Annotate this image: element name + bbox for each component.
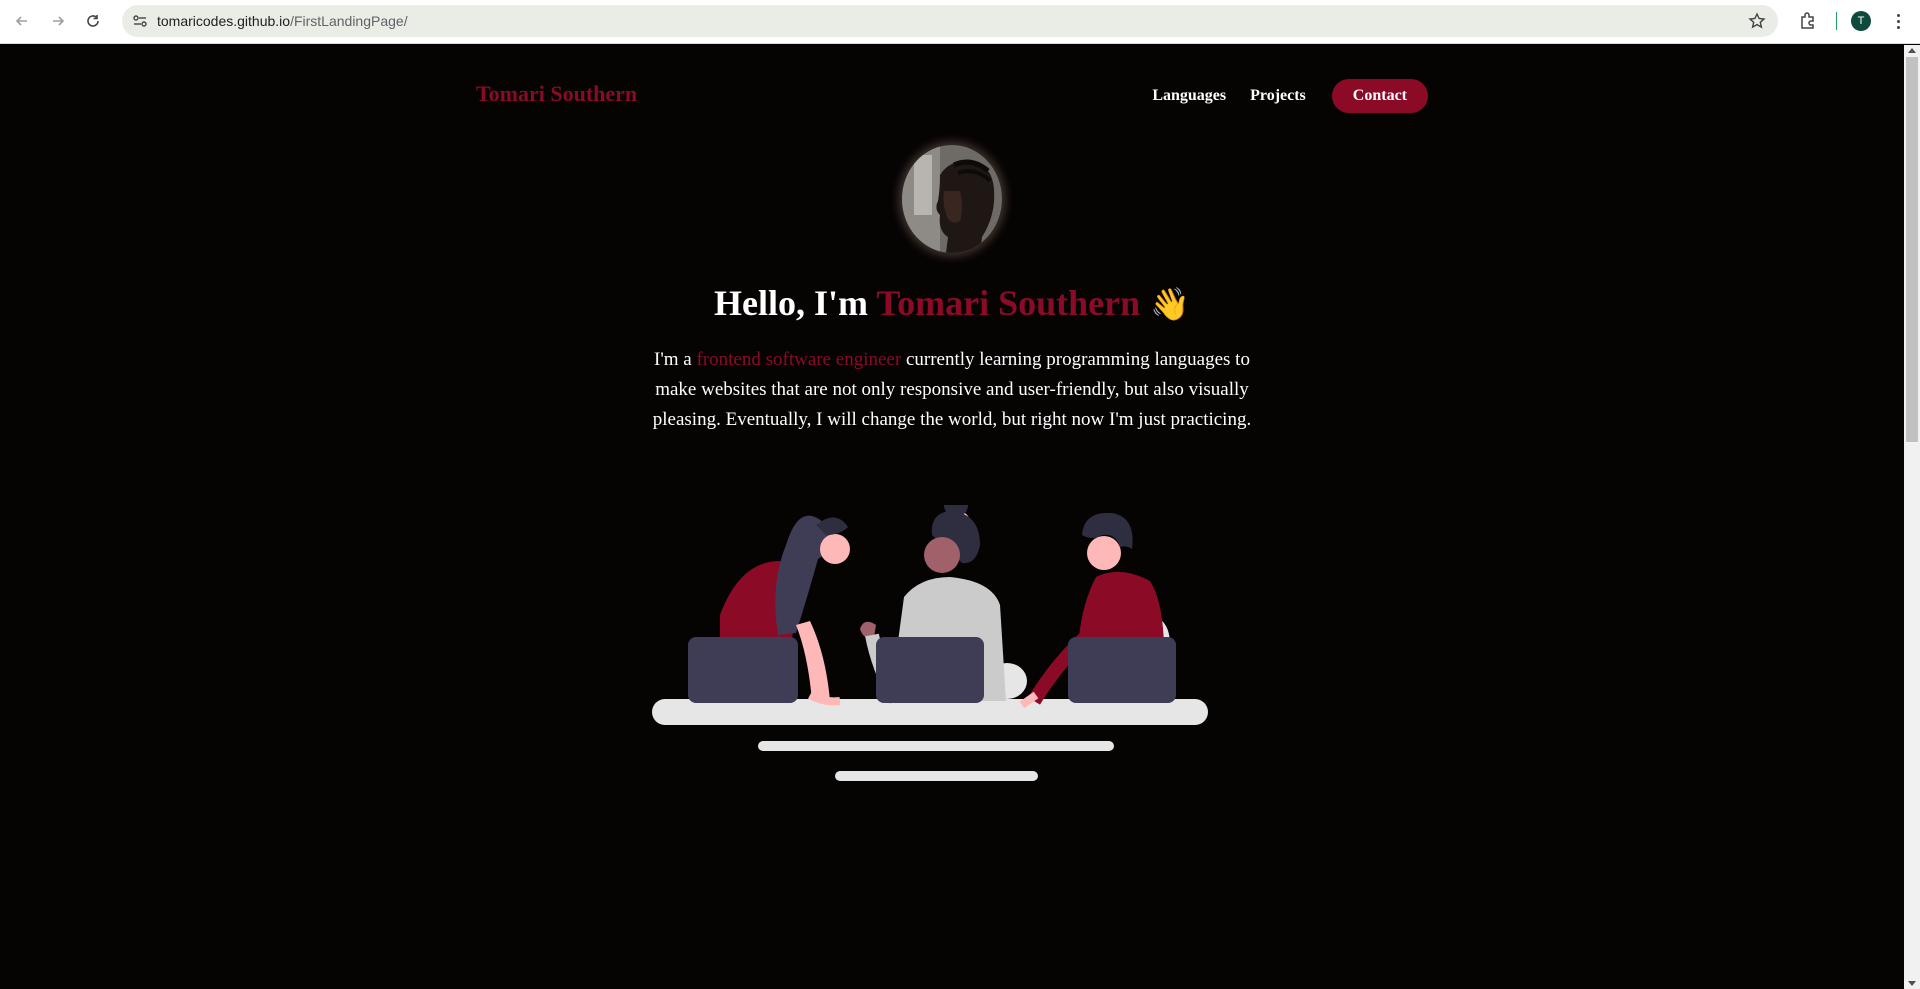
hero-heading: Hello, I'm Tomari Southern 👋 [0,282,1904,324]
waving-hand-icon: 👋 [1150,286,1190,322]
profile-photo [902,145,1002,253]
url-path: /FirstLandingPage/ [290,13,408,29]
reload-button[interactable] [75,3,111,39]
landing-page: Tomari Southern Languages Projects Conta… [0,45,1904,989]
team-working-illustration [652,505,1208,781]
site-info-icon[interactable] [132,13,148,29]
back-button[interactable] [4,3,40,39]
url-text: tomaricodes.github.io/FirstLandingPage/ [157,13,408,29]
extensions-icon[interactable] [1798,11,1818,31]
intro-prefix: I'm a [654,349,697,370]
arrow-left-icon [15,16,27,26]
greeting-name: Tomari Southern [876,283,1141,323]
contact-button[interactable]: Contact [1331,79,1428,113]
page-scrollbar[interactable] [1904,45,1920,989]
browser-menu-icon[interactable] [1888,11,1908,31]
brand-logo[interactable]: Tomari Southern [476,81,637,107]
intro-paragraph: I'm a frontend software engineer current… [650,345,1254,435]
browser-toolbar: tomaricodes.github.io/FirstLandingPage/ … [0,0,1920,44]
scroll-up-icon[interactable] [1908,48,1916,53]
arrow-right-icon [53,16,65,26]
nav-languages-link[interactable]: Languages [1152,87,1226,105]
reload-icon [87,15,99,27]
profile-avatar[interactable]: T [1851,11,1871,31]
url-host: tomaricodes.github.io [157,13,291,29]
greeting-prefix: Hello, I'm [714,283,877,323]
scrollbar-thumb[interactable] [1906,57,1918,442]
intro-highlight: frontend software engineer [696,349,902,370]
scroll-down-icon[interactable] [1908,981,1916,986]
nav-projects-link[interactable]: Projects [1250,87,1306,105]
toolbar-divider [1836,12,1837,30]
bookmark-star-icon[interactable] [1748,12,1766,30]
forward-button[interactable] [40,3,76,39]
main-nav: Languages Projects Contact [1128,79,1428,113]
address-bar[interactable]: tomaricodes.github.io/FirstLandingPage/ [122,5,1778,37]
